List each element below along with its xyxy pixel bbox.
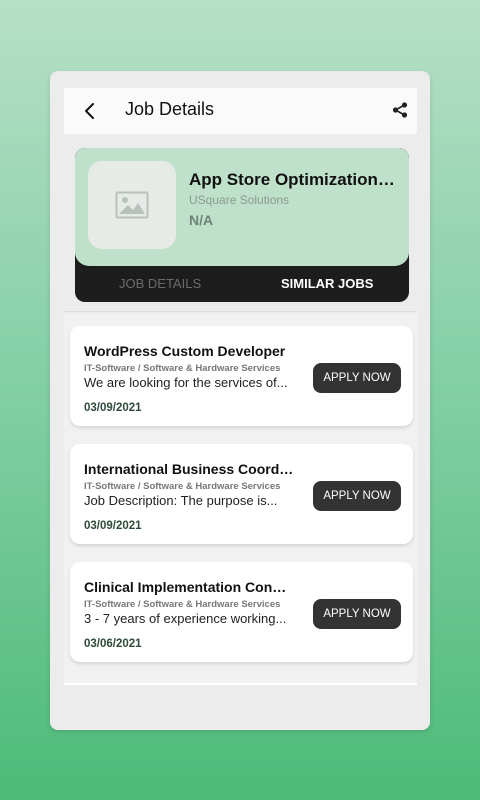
back-button[interactable] (80, 100, 102, 122)
job-card-category: IT-Software / Software & Hardware Servic… (84, 363, 281, 374)
job-card-category: IT-Software / Software & Hardware Servic… (84, 599, 281, 610)
job-title: App Store Optimization (... (189, 170, 399, 189)
page-title: Job Details (125, 99, 215, 119)
arrow-left-icon (85, 103, 94, 119)
job-card-description: Job Description: The purpose is... (84, 493, 278, 508)
job-card[interactable]: International Business Coordi... IT-Soft… (70, 444, 413, 544)
job-card-date: 03/09/2021 (84, 520, 142, 532)
job-thumbnail (88, 161, 176, 249)
apply-now-button[interactable]: APPLY NOW (313, 599, 401, 629)
job-card-description: We are looking for the services of... (84, 375, 288, 390)
job-card-title: Clinical Implementation Consu... (84, 579, 294, 595)
app-screen: Job Details App Store Optimization (... … (50, 71, 430, 730)
apply-now-button[interactable]: APPLY NOW (313, 363, 401, 393)
job-card-date: 03/06/2021 (84, 638, 142, 650)
job-header-card: App Store Optimization (... USquare Solu… (75, 148, 409, 302)
job-card[interactable]: Clinical Implementation Consu... IT-Soft… (70, 562, 413, 662)
job-card-description: 3 - 7 years of experience working... (84, 611, 287, 626)
list-end-divider (64, 683, 417, 685)
salary: N/A (189, 212, 214, 228)
apply-now-button[interactable]: APPLY NOW (313, 481, 401, 511)
share-button[interactable] (391, 101, 409, 119)
job-card-title: WordPress Custom Developer (84, 343, 286, 359)
job-card-title: International Business Coordi... (84, 461, 294, 477)
job-card-category: IT-Software / Software & Hardware Servic… (84, 481, 281, 492)
job-summary: App Store Optimization (... USquare Solu… (75, 148, 409, 266)
job-card-date: 03/09/2021 (84, 402, 142, 414)
divider (64, 311, 417, 312)
tab-similar-jobs[interactable]: SIMILAR JOBS (281, 276, 373, 291)
similar-jobs-list: WordPress Custom Developer IT-Software /… (64, 314, 417, 684)
company-name: USquare Solutions (189, 193, 290, 207)
share-icon (392, 102, 408, 118)
tab-job-details[interactable]: JOB DETAILS (119, 276, 201, 291)
app-bar: Job Details (64, 88, 417, 134)
image-placeholder-icon (115, 191, 149, 219)
job-card[interactable]: WordPress Custom Developer IT-Software /… (70, 326, 413, 426)
